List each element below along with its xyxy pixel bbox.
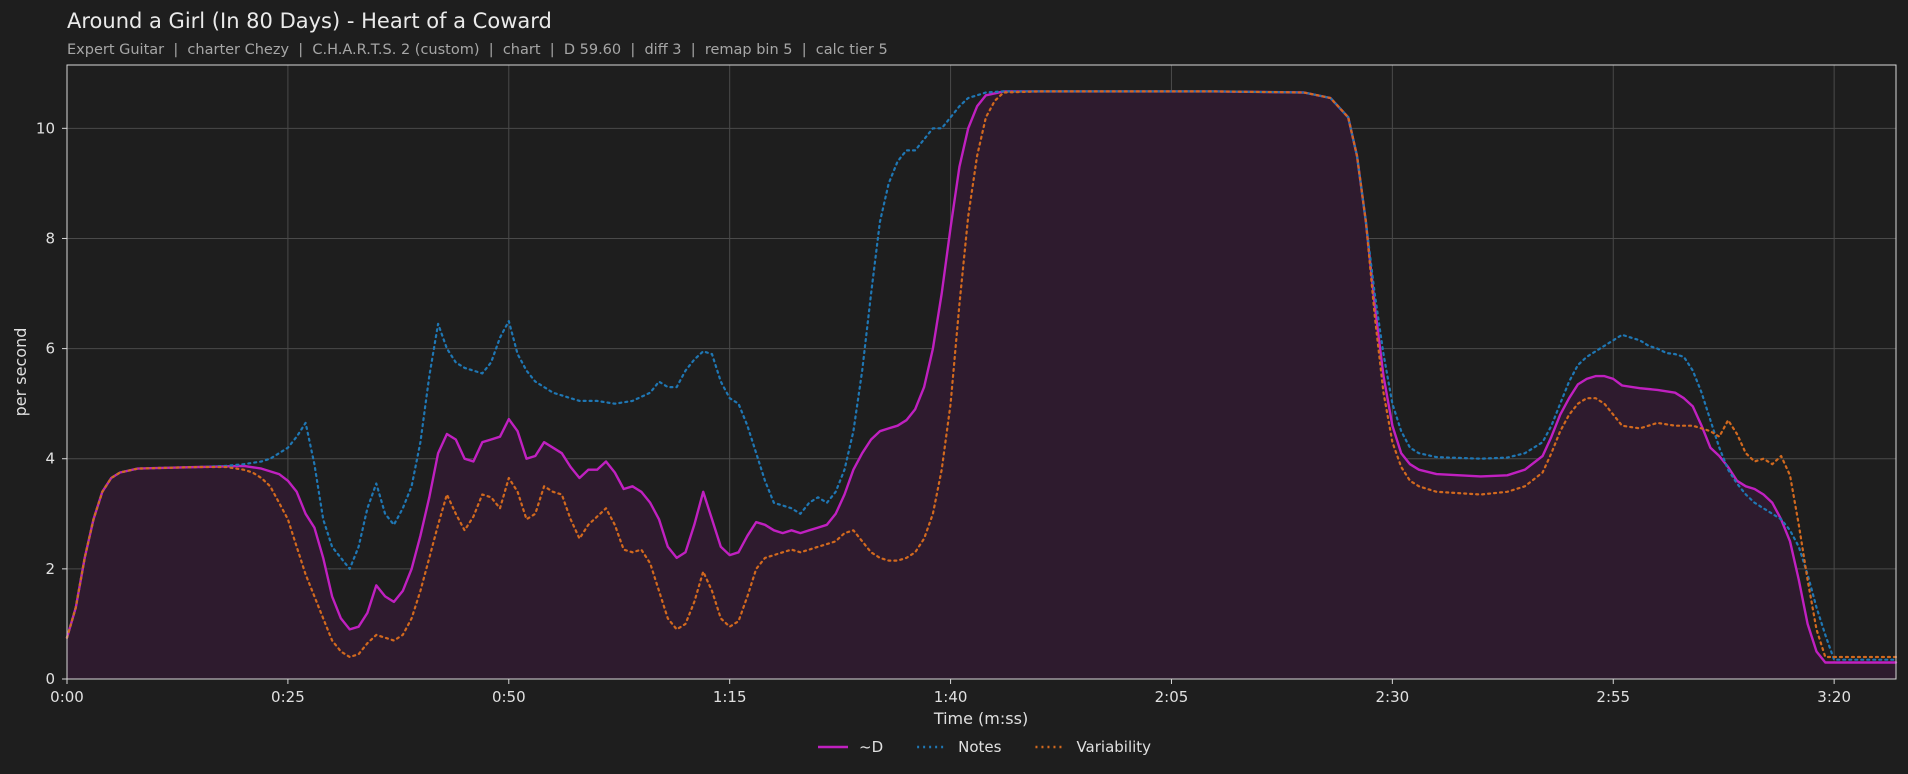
y-tick-label: 6: [45, 340, 55, 358]
y-tick-label: 4: [45, 450, 55, 468]
x-tick-label: 0:00: [50, 688, 84, 706]
y-axis-label: per second: [11, 328, 30, 417]
y-tick-label: 8: [45, 229, 55, 247]
x-tick-label: 2:55: [1596, 688, 1630, 706]
y-tick-label: 0: [45, 670, 55, 688]
y-tick-label: 10: [36, 119, 55, 137]
y-axis-ticks: 0 2 4 6 8 10: [36, 119, 67, 688]
legend-label-0: ~D: [859, 738, 883, 756]
legend: ~D Notes Variability: [818, 738, 1151, 756]
legend-label-1: Notes: [958, 738, 1002, 756]
x-axis-ticks: 0:00 0:25 0:50 1:15 1:40 2:05 2:30 2:55 3:20: [50, 679, 1851, 706]
chart-title: Around a Girl (In 80 Days) - Heart of a …: [67, 9, 552, 33]
x-tick-label: 3:20: [1817, 688, 1851, 706]
y-tick-label: 2: [45, 560, 55, 578]
x-tick-label: 1:15: [713, 688, 747, 706]
legend-label-2: Variability: [1076, 738, 1151, 756]
x-axis-label: Time (m:ss): [933, 709, 1028, 728]
chart: Around a Girl (In 80 Days) - Heart of a …: [11, 9, 1898, 756]
x-tick-label: 1:40: [934, 688, 968, 706]
x-tick-label: 0:25: [271, 688, 305, 706]
x-tick-label: 2:30: [1376, 688, 1410, 706]
plot-area: 0:00 0:25 0:50 1:15 1:40 2:05 2:30 2:55 3:20 0 2 4…: [36, 64, 1898, 706]
chart-subtitle: Expert Guitar | charter Chezy | C.H.A.R.…: [67, 42, 888, 58]
x-tick-label: 2:05: [1155, 688, 1189, 706]
x-tick-label: 0:50: [492, 688, 526, 706]
